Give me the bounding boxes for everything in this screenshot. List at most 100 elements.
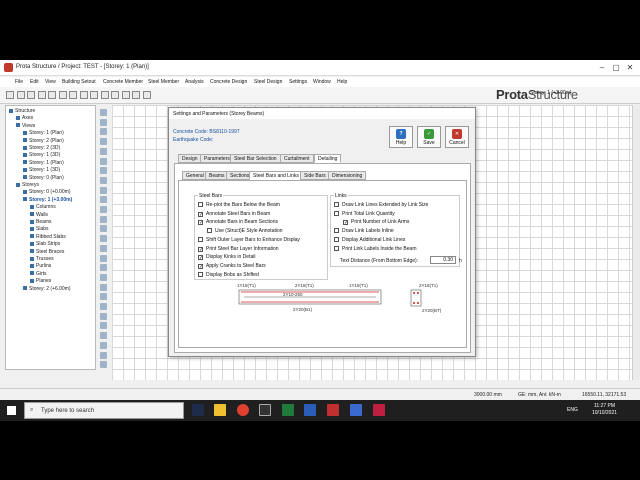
tab-curtailment[interactable]: Curtailment bbox=[280, 154, 314, 163]
tool-icon-9[interactable] bbox=[100, 186, 107, 194]
tool-icon-23[interactable] bbox=[100, 322, 107, 330]
tool-icon-13[interactable] bbox=[100, 225, 107, 233]
tree-node[interactable]: Purlins bbox=[30, 263, 51, 269]
checkbox-item[interactable]: Annotate Bars in Beam Sections bbox=[198, 219, 278, 226]
tool-icon-10[interactable] bbox=[100, 196, 107, 204]
tree-node[interactable]: Storey: 1 (Plan) bbox=[23, 130, 64, 136]
tool-icon-11[interactable] bbox=[100, 206, 107, 213]
tool-icon-22[interactable] bbox=[100, 312, 107, 320]
tree-node[interactable]: Storey: 2 (+6.00m) bbox=[23, 286, 71, 292]
checkbox-item[interactable]: Print Link Labels Inside the Beam bbox=[334, 245, 417, 252]
subtab-side-bars[interactable]: Side Bars bbox=[300, 171, 330, 180]
tree-node[interactable]: Steel Braces bbox=[30, 249, 64, 255]
tree-node[interactable]: Storey: 0 (+0.00m) bbox=[23, 189, 71, 195]
windows-start-icon[interactable] bbox=[7, 406, 16, 415]
menu-file[interactable]: File bbox=[15, 79, 23, 85]
tree-node[interactable]: Storey: 1 (+3.00m) bbox=[23, 197, 72, 203]
toolbar-button-6[interactable] bbox=[58, 91, 67, 99]
tool-icon-8[interactable] bbox=[100, 176, 107, 184]
cancel-button[interactable]: ✕ Cancel bbox=[445, 126, 469, 148]
checkbox-checked-icon[interactable] bbox=[198, 255, 203, 261]
toolbar-button-7[interactable] bbox=[69, 91, 77, 99]
tool-icon-18[interactable] bbox=[100, 273, 107, 281]
powerpoint-icon[interactable] bbox=[327, 404, 339, 416]
tab-design[interactable]: Design bbox=[178, 154, 202, 163]
tree-node[interactable]: Slabs bbox=[30, 226, 49, 232]
tool-icon-21[interactable] bbox=[100, 303, 107, 310]
tool-icon-26[interactable] bbox=[100, 351, 107, 359]
toolbar-button-14[interactable] bbox=[142, 91, 151, 99]
tool-icon-14[interactable] bbox=[100, 235, 107, 243]
save-button[interactable]: ✓ Save bbox=[417, 126, 441, 148]
checkbox-item[interactable]: Draw Link Labels Inline bbox=[334, 228, 394, 234]
subtab-dimensioning[interactable]: Dimensioning bbox=[328, 171, 367, 180]
storey-selector[interactable]: Storey: 1 (+3.00m) bbox=[530, 90, 572, 96]
tool-icon-1[interactable] bbox=[100, 109, 107, 116]
tool-icon-27[interactable] bbox=[100, 361, 107, 369]
recorder-icon[interactable] bbox=[373, 404, 385, 416]
tool-icon-7[interactable] bbox=[100, 167, 107, 175]
photoshop-icon[interactable] bbox=[192, 404, 204, 416]
checkbox-empty-icon[interactable] bbox=[198, 271, 203, 277]
checkbox-empty-icon[interactable] bbox=[207, 228, 212, 234]
checkbox-empty-icon[interactable] bbox=[334, 210, 339, 216]
toolbar-button-3[interactable] bbox=[27, 91, 35, 99]
checkbox-item[interactable]: Print Number of Link Arms bbox=[343, 219, 409, 226]
checkbox-item[interactable]: Display Kinks in Detail bbox=[198, 254, 255, 261]
menu-window[interactable]: Window bbox=[313, 79, 331, 85]
tool-icon-20[interactable] bbox=[100, 293, 107, 301]
tab-detailing[interactable]: Detailing bbox=[314, 154, 342, 163]
toolbar-button-10[interactable] bbox=[100, 91, 109, 99]
toolbar-button-2[interactable] bbox=[16, 91, 25, 99]
toolbar-button-13[interactable] bbox=[132, 91, 140, 99]
checkbox-item[interactable]: Use (Struct)E Style Annotation bbox=[207, 228, 283, 234]
tree-node[interactable]: Storey: 1 (3D) bbox=[23, 152, 60, 158]
tool-icon-25[interactable] bbox=[100, 341, 107, 349]
menu-settings[interactable]: Settings bbox=[289, 79, 307, 85]
tool-icon-5[interactable] bbox=[100, 147, 107, 155]
tree-node[interactable]: Girts bbox=[30, 271, 47, 277]
toolbar-button-4[interactable] bbox=[37, 91, 46, 99]
maximize-button[interactable]: ▢ bbox=[610, 62, 622, 74]
checkbox-empty-icon[interactable] bbox=[334, 228, 339, 234]
tool-icon-2[interactable] bbox=[100, 118, 107, 126]
menu-analysis[interactable]: Analysis bbox=[185, 79, 204, 85]
menu-help[interactable]: Help bbox=[337, 79, 347, 85]
menu-building-setout[interactable]: Building Setout bbox=[62, 79, 96, 85]
language-indicator[interactable]: ENG bbox=[567, 407, 578, 413]
tree-node[interactable]: Views bbox=[16, 123, 35, 129]
checkbox-checked-icon[interactable] bbox=[198, 263, 203, 269]
checkbox-item[interactable]: Print Steel Bar Layer Information bbox=[198, 246, 279, 252]
tree-node[interactable]: Ribbed Slabs bbox=[30, 234, 66, 240]
tree-node[interactable]: Beams bbox=[30, 219, 52, 225]
tree-node[interactable]: Storey: 1 (3D) bbox=[23, 167, 60, 173]
tool-icon-16[interactable] bbox=[100, 254, 107, 262]
tree-node[interactable]: Storey: 0 (Plan) bbox=[23, 175, 64, 181]
checkbox-item[interactable]: Annotate Steel Bars in Beam bbox=[198, 211, 270, 217]
toolbar-button-1[interactable] bbox=[6, 91, 14, 99]
checkbox-empty-icon[interactable] bbox=[334, 236, 339, 242]
menu-concrete-member[interactable]: Concrete Member bbox=[103, 79, 143, 85]
checkbox-empty-icon[interactable] bbox=[334, 245, 339, 251]
tool-icon-6[interactable] bbox=[100, 157, 107, 165]
toolbar-button-9[interactable] bbox=[90, 91, 98, 99]
text-distance-input[interactable]: 0.30 bbox=[430, 256, 456, 264]
tree-node[interactable]: Axes bbox=[16, 115, 33, 121]
tool-icon-15[interactable] bbox=[100, 244, 107, 252]
checkbox-item[interactable]: Display Additional Link Lines bbox=[334, 236, 405, 243]
menu-steel-member[interactable]: Steel Member bbox=[148, 79, 179, 85]
file-explorer-icon[interactable] bbox=[214, 404, 226, 416]
tree-node[interactable]: Slab Strips bbox=[30, 241, 60, 247]
checkbox-empty-icon[interactable] bbox=[334, 202, 339, 207]
tree-node[interactable]: Columns bbox=[30, 204, 56, 210]
tree-node[interactable]: Storey: 2 (3D) bbox=[23, 145, 60, 151]
tree-node[interactable]: Walls bbox=[30, 212, 48, 218]
tab-parameters[interactable]: Parameters bbox=[200, 154, 234, 163]
toolbar-button-5[interactable] bbox=[48, 91, 56, 99]
menu-concrete-design[interactable]: Concrete Design bbox=[210, 79, 247, 85]
tool-icon-17[interactable] bbox=[100, 264, 107, 272]
tab-steel-bar-selection[interactable]: Steel Bar Selection bbox=[230, 154, 281, 163]
tree-node[interactable]: Trusses bbox=[30, 256, 54, 262]
checkbox-checked-icon[interactable] bbox=[198, 246, 203, 252]
subtab-general[interactable]: General bbox=[182, 171, 208, 180]
